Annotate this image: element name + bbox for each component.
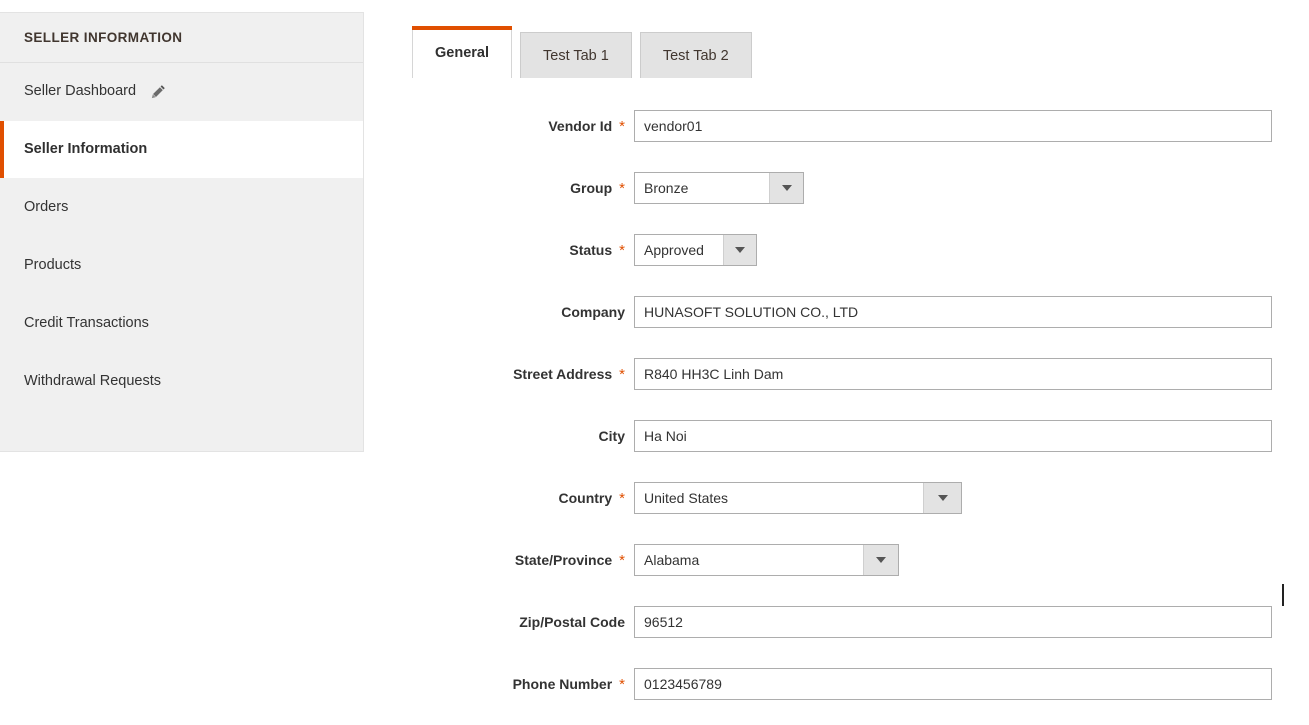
tab-label: Test Tab 2 xyxy=(662,47,729,64)
label-text: Status xyxy=(569,242,613,258)
required-asterisk: * xyxy=(619,117,625,135)
text-cursor-caret xyxy=(1282,584,1284,606)
status-select[interactable]: Approved xyxy=(634,234,757,266)
control-state-province: Alabama xyxy=(634,544,899,576)
field-row-street-address: Street Address * xyxy=(412,343,1309,405)
field-row-state-province: State/Province * Alabama xyxy=(412,529,1309,591)
label-text: City xyxy=(598,428,625,444)
control-phone-number xyxy=(634,668,1272,700)
country-select[interactable]: United States xyxy=(634,482,962,514)
label-phone-number: Phone Number * xyxy=(412,676,634,692)
chevron-down-icon[interactable] xyxy=(723,235,756,265)
label-street-address: Street Address * xyxy=(412,366,634,382)
label-status: Status * xyxy=(412,242,634,258)
field-row-company: Company xyxy=(412,281,1309,343)
sidebar-item-label: Withdrawal Requests xyxy=(24,373,161,390)
required-asterisk: * xyxy=(619,365,625,383)
sidebar-bottom-spacer xyxy=(0,411,363,451)
field-row-zip-postal-code: Zip/Postal Code xyxy=(412,591,1309,653)
vendor-id-input[interactable] xyxy=(634,110,1272,142)
state-province-select[interactable]: Alabama xyxy=(634,544,899,576)
sidebar-menu: Seller Dashboard Seller Information Orde… xyxy=(0,63,363,411)
chevron-down-icon[interactable] xyxy=(769,173,803,203)
sidebar-title: SELLER INFORMATION xyxy=(0,13,363,63)
label-text: Group xyxy=(570,180,613,196)
tab-bar: General Test Tab 1 Test Tab 2 xyxy=(412,26,752,78)
required-asterisk: * xyxy=(619,179,625,197)
group-select[interactable]: Bronze xyxy=(634,172,804,204)
tab-test-tab-1[interactable]: Test Tab 1 xyxy=(520,32,632,78)
state-province-select-value: Alabama xyxy=(644,552,700,568)
field-row-city: City xyxy=(412,405,1309,467)
sidebar-item-withdrawal-requests[interactable]: Withdrawal Requests xyxy=(0,353,363,411)
sidebar-item-label: Credit Transactions xyxy=(24,315,149,332)
main-content: General Test Tab 1 Test Tab 2 Vendor Id … xyxy=(412,0,1309,725)
city-input[interactable] xyxy=(634,420,1272,452)
label-text: Phone Number xyxy=(512,676,613,692)
required-asterisk: * xyxy=(619,675,625,693)
control-status: Approved xyxy=(634,234,757,266)
label-state-province: State/Province * xyxy=(412,552,634,568)
tab-test-tab-2[interactable]: Test Tab 2 xyxy=(639,32,752,78)
phone-number-input[interactable] xyxy=(634,668,1272,700)
control-zip-postal-code xyxy=(634,606,1272,638)
tab-label: Test Tab 1 xyxy=(543,47,609,64)
sidebar-item-label: Orders xyxy=(24,199,69,216)
field-row-phone-number: Phone Number * xyxy=(412,653,1309,715)
field-row-status: Status * Approved xyxy=(412,219,1309,281)
field-row-group: Group * Bronze xyxy=(412,157,1309,219)
required-asterisk: * xyxy=(619,489,625,507)
status-select-value: Approved xyxy=(644,242,704,258)
label-zip-postal-code: Zip/Postal Code xyxy=(412,614,634,630)
label-text: Street Address xyxy=(513,366,613,382)
control-city xyxy=(634,420,1272,452)
label-group: Group * xyxy=(412,180,634,196)
group-select-value: Bronze xyxy=(644,180,689,196)
sidebar-item-orders[interactable]: Orders xyxy=(0,179,363,237)
sidebar-item-label: Seller Dashboard xyxy=(24,83,137,100)
required-asterisk: * xyxy=(619,551,625,569)
label-vendor-id: Vendor Id * xyxy=(412,118,634,134)
required-asterisk: * xyxy=(619,241,625,259)
chevron-down-icon[interactable] xyxy=(923,483,961,513)
zip-postal-code-input[interactable] xyxy=(634,606,1272,638)
pencil-icon[interactable] xyxy=(150,84,166,100)
sidebar-item-credit-transactions[interactable]: Credit Transactions xyxy=(0,295,363,353)
sidebar-item-seller-information[interactable]: Seller Information xyxy=(0,121,363,179)
label-text: Company xyxy=(561,304,625,320)
control-vendor-id xyxy=(634,110,1272,142)
sidebar-item-products[interactable]: Products xyxy=(0,237,363,295)
seller-information-page: SELLER INFORMATION Seller Dashboard Sell… xyxy=(0,0,1309,725)
field-row-country: Country * United States xyxy=(412,467,1309,529)
label-text: State/Province xyxy=(514,552,613,568)
sidebar-item-label: Seller Information xyxy=(24,141,148,158)
label-company: Company xyxy=(412,304,634,320)
company-input[interactable] xyxy=(634,296,1272,328)
label-text: Vendor Id xyxy=(548,118,613,134)
label-country: Country * xyxy=(412,490,634,506)
tab-general[interactable]: General xyxy=(412,26,512,78)
control-company xyxy=(634,296,1272,328)
sidebar: SELLER INFORMATION Seller Dashboard Sell… xyxy=(0,12,364,452)
chevron-down-icon[interactable] xyxy=(863,545,898,575)
label-text: Country xyxy=(558,490,613,506)
control-country: United States xyxy=(634,482,962,514)
label-city: City xyxy=(412,428,634,444)
control-group: Bronze xyxy=(634,172,804,204)
street-address-input[interactable] xyxy=(634,358,1272,390)
seller-information-form: Vendor Id * Group * Bronze xyxy=(412,95,1309,715)
sidebar-item-seller-dashboard[interactable]: Seller Dashboard xyxy=(0,63,363,121)
country-select-value: United States xyxy=(644,490,729,506)
tab-label: General xyxy=(435,44,489,61)
field-row-vendor-id: Vendor Id * xyxy=(412,95,1309,157)
control-street-address xyxy=(634,358,1272,390)
label-text: Zip/Postal Code xyxy=(519,614,625,630)
sidebar-item-label: Products xyxy=(24,257,82,274)
